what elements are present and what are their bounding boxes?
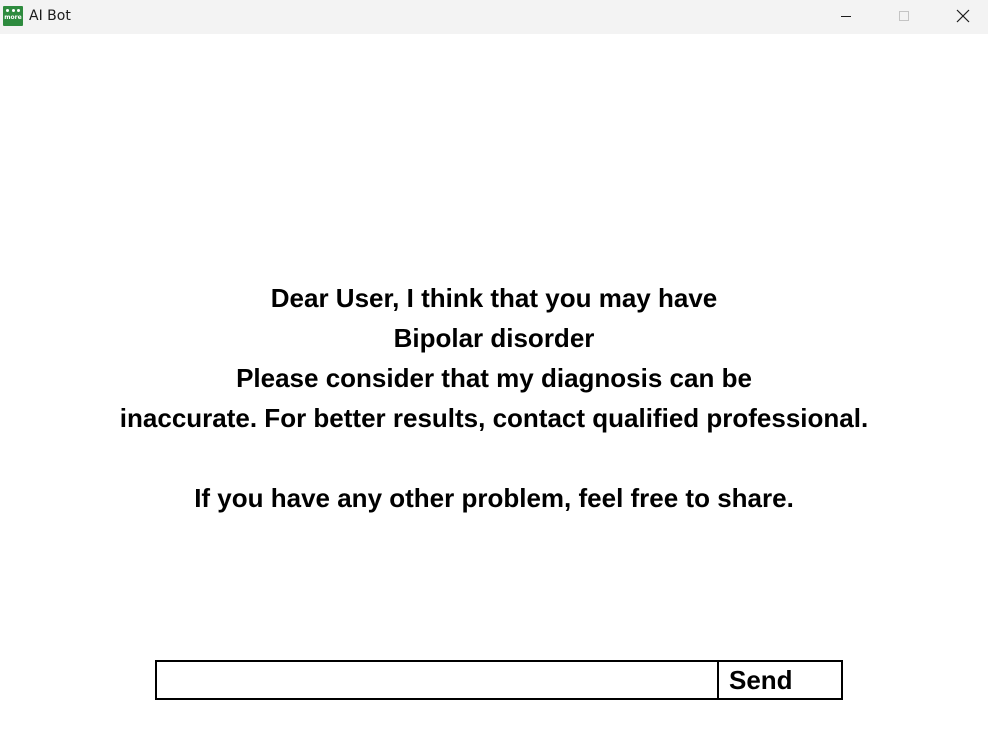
close-button[interactable]	[940, 0, 986, 32]
bot-response-line: If you have any other problem, feel free…	[194, 483, 794, 513]
maximize-button[interactable]	[881, 0, 927, 32]
bot-response-line: Please consider that my diagnosis can be	[236, 363, 752, 393]
app-logo-text: more	[4, 14, 22, 21]
bot-response-line	[0, 438, 988, 478]
minimize-icon	[841, 16, 851, 17]
close-icon	[956, 9, 970, 23]
bot-response-line: Dear User, I think that you may have	[270, 283, 718, 313]
bot-response-line: inaccurate. For better results, contact …	[119, 403, 869, 433]
message-input[interactable]	[155, 660, 719, 700]
bot-response-line: Bipolar disorder	[393, 323, 595, 353]
minimize-button[interactable]	[823, 0, 869, 32]
window-title: AI Bot	[29, 8, 71, 24]
app-logo-icon: more	[3, 6, 23, 26]
title-bar[interactable]: more AI Bot	[0, 0, 988, 34]
maximize-icon	[899, 11, 909, 21]
app-window: more AI Bot Dear User, I think that you …	[0, 0, 988, 755]
bot-response: Dear User, I think that you may have Bip…	[0, 278, 988, 518]
send-button[interactable]: Send	[717, 660, 843, 700]
